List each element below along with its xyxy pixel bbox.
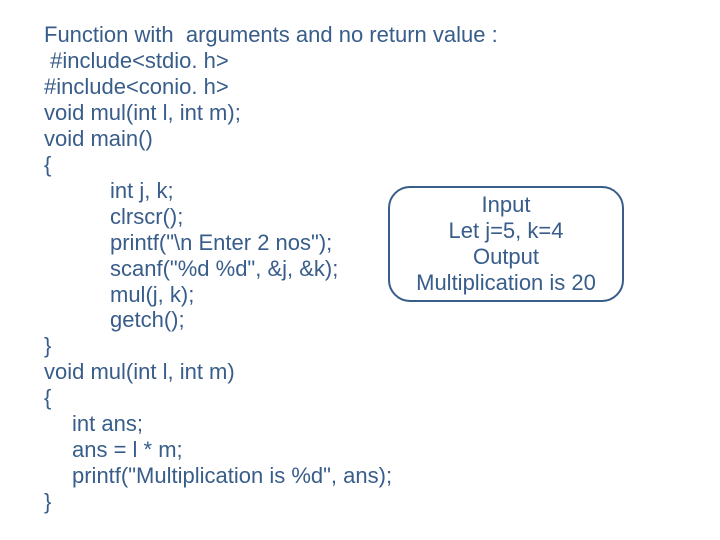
- code-line: ans = l * m;: [44, 437, 498, 463]
- code-line: }: [44, 333, 498, 359]
- code-line: void mul(int l, int m);: [44, 100, 498, 126]
- bubble-line: Output: [473, 244, 539, 270]
- code-line: int ans;: [44, 411, 498, 437]
- code-line: getch();: [44, 307, 498, 333]
- code-line: }: [44, 489, 498, 515]
- code-line: #include<conio. h>: [44, 74, 498, 100]
- code-line: void mul(int l, int m): [44, 359, 498, 385]
- slide: Function with arguments and no return va…: [0, 0, 720, 540]
- code-line: {: [44, 385, 498, 411]
- output-bubble: Input Let j=5, k=4 Output Multiplication…: [388, 186, 624, 302]
- bubble-line: Multiplication is 20: [416, 270, 596, 296]
- bubble-line: Let j=5, k=4: [449, 218, 564, 244]
- code-line: {: [44, 152, 498, 178]
- code-line: printf("Multiplication is %d", ans);: [44, 463, 498, 489]
- code-line: Function with arguments and no return va…: [44, 22, 498, 48]
- code-line: #include<stdio. h>: [44, 48, 498, 74]
- code-line: void main(): [44, 126, 498, 152]
- bubble-line: Input: [482, 192, 531, 218]
